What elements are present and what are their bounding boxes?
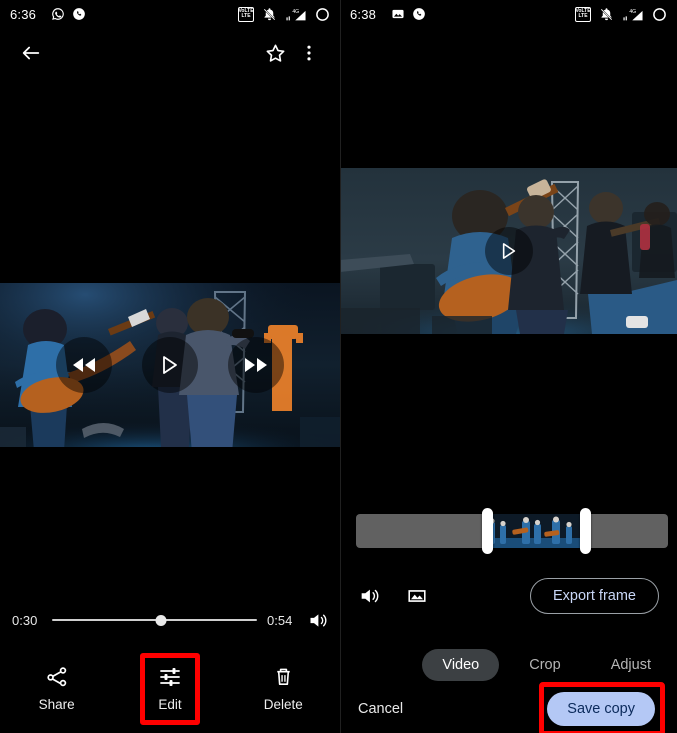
- filmstrip-thumbnails: [482, 514, 582, 548]
- delete-label: Delete: [263, 696, 303, 712]
- tune-sliders-icon: [160, 668, 180, 686]
- stabilize-icon[interactable]: [406, 585, 428, 607]
- left-phone-panel: 6:36 VoLTE LTE 4G 0:30 0:54 Share Edit D…: [0, 0, 340, 733]
- right-status-bar: 6:38 VoLTE LTE 4G: [340, 0, 677, 28]
- status-time: 6:38: [350, 6, 377, 22]
- save-copy-wrapper: Save copy: [539, 682, 665, 733]
- signal-4g-icon: 4G: [622, 7, 644, 22]
- left-status-right-group: VoLTE LTE 4G: [238, 6, 330, 22]
- signal-4g-icon: 4G: [285, 7, 307, 22]
- cancel-button[interactable]: Cancel: [358, 701, 403, 717]
- share-button[interactable]: Share: [0, 643, 113, 733]
- rewind-icon[interactable]: [56, 337, 112, 393]
- seek-slider[interactable]: [52, 611, 257, 629]
- editor-tab-bar: Video Crop Adjust: [340, 645, 677, 685]
- video-controls-overlay: [0, 277, 340, 453]
- editor-bottom-bar: Cancel Save copy: [340, 682, 677, 733]
- video-progress-bar: 0:30 0:54: [0, 600, 340, 640]
- left-app-bar: [0, 28, 340, 78]
- volte-icon: VoLTE LTE: [238, 6, 254, 22]
- seek-thumb[interactable]: [155, 614, 167, 626]
- trim-timeline[interactable]: [340, 500, 677, 560]
- left-status-left-group: 6:36: [10, 7, 86, 22]
- play-icon[interactable]: [484, 227, 533, 275]
- volte-icon: VoLTE LTE: [575, 6, 591, 22]
- volte-label-bottom: LTE: [241, 13, 251, 19]
- whatsapp-icon: [51, 7, 65, 21]
- more-vertical-icon[interactable]: [292, 36, 326, 70]
- preview-controls-overlay: [340, 168, 677, 334]
- trim-filmstrip: [482, 514, 582, 548]
- image-icon: [391, 7, 405, 21]
- star-outline-icon[interactable]: [258, 36, 292, 70]
- right-status-left-group: 6:38: [350, 7, 426, 22]
- right-phone-panel: 6:38 VoLTE LTE 4G Export frame Video Cro…: [340, 0, 677, 733]
- notifications-muted-icon: [262, 7, 277, 22]
- svg-text:4G: 4G: [292, 9, 299, 15]
- battery-icon: [652, 7, 667, 22]
- battery-icon: [315, 7, 330, 22]
- total-time-label: 0:54: [267, 612, 293, 628]
- notifications-muted-icon: [599, 7, 614, 22]
- phone-call-icon: [72, 7, 86, 21]
- volume-up-icon[interactable]: [307, 610, 328, 631]
- trim-start-handle[interactable]: [482, 508, 493, 554]
- current-time-label: 0:30: [12, 612, 38, 628]
- action-toolbar: Share Edit Delete: [0, 643, 340, 733]
- left-video-player[interactable]: [0, 277, 340, 453]
- edit-preview-player[interactable]: [340, 168, 677, 334]
- phone-call-icon: [412, 7, 426, 21]
- panel-divider: [340, 0, 341, 733]
- export-frame-button[interactable]: Export frame: [530, 578, 659, 614]
- trim-end-handle[interactable]: [580, 508, 591, 554]
- edit-button[interactable]: Edit: [113, 643, 226, 733]
- tab-crop[interactable]: Crop: [509, 649, 580, 681]
- tab-adjust[interactable]: Adjust: [591, 649, 671, 681]
- editor-tool-row: Export frame: [340, 575, 677, 617]
- back-arrow-icon[interactable]: [14, 36, 48, 70]
- right-status-right-group: VoLTE LTE 4G: [575, 6, 667, 22]
- play-icon[interactable]: [142, 337, 198, 393]
- svg-text:4G: 4G: [629, 9, 636, 15]
- share-label: Share: [38, 697, 75, 712]
- volume-up-icon[interactable]: [358, 585, 380, 607]
- trim-track[interactable]: [356, 514, 668, 548]
- volte-label-bottom: LTE: [578, 13, 588, 19]
- status-time: 6:36: [10, 6, 37, 22]
- delete-button[interactable]: Delete: [227, 643, 340, 733]
- edit-label: Edit: [158, 697, 182, 712]
- left-status-bar: 6:36 VoLTE LTE 4G: [0, 0, 340, 28]
- tab-video[interactable]: Video: [422, 649, 500, 681]
- save-copy-button[interactable]: Save copy: [547, 692, 655, 726]
- screenshot-root: 6:36 VoLTE LTE 4G 0:30 0:54 Share Edit D…: [0, 0, 677, 733]
- fast-forward-icon[interactable]: [228, 337, 284, 393]
